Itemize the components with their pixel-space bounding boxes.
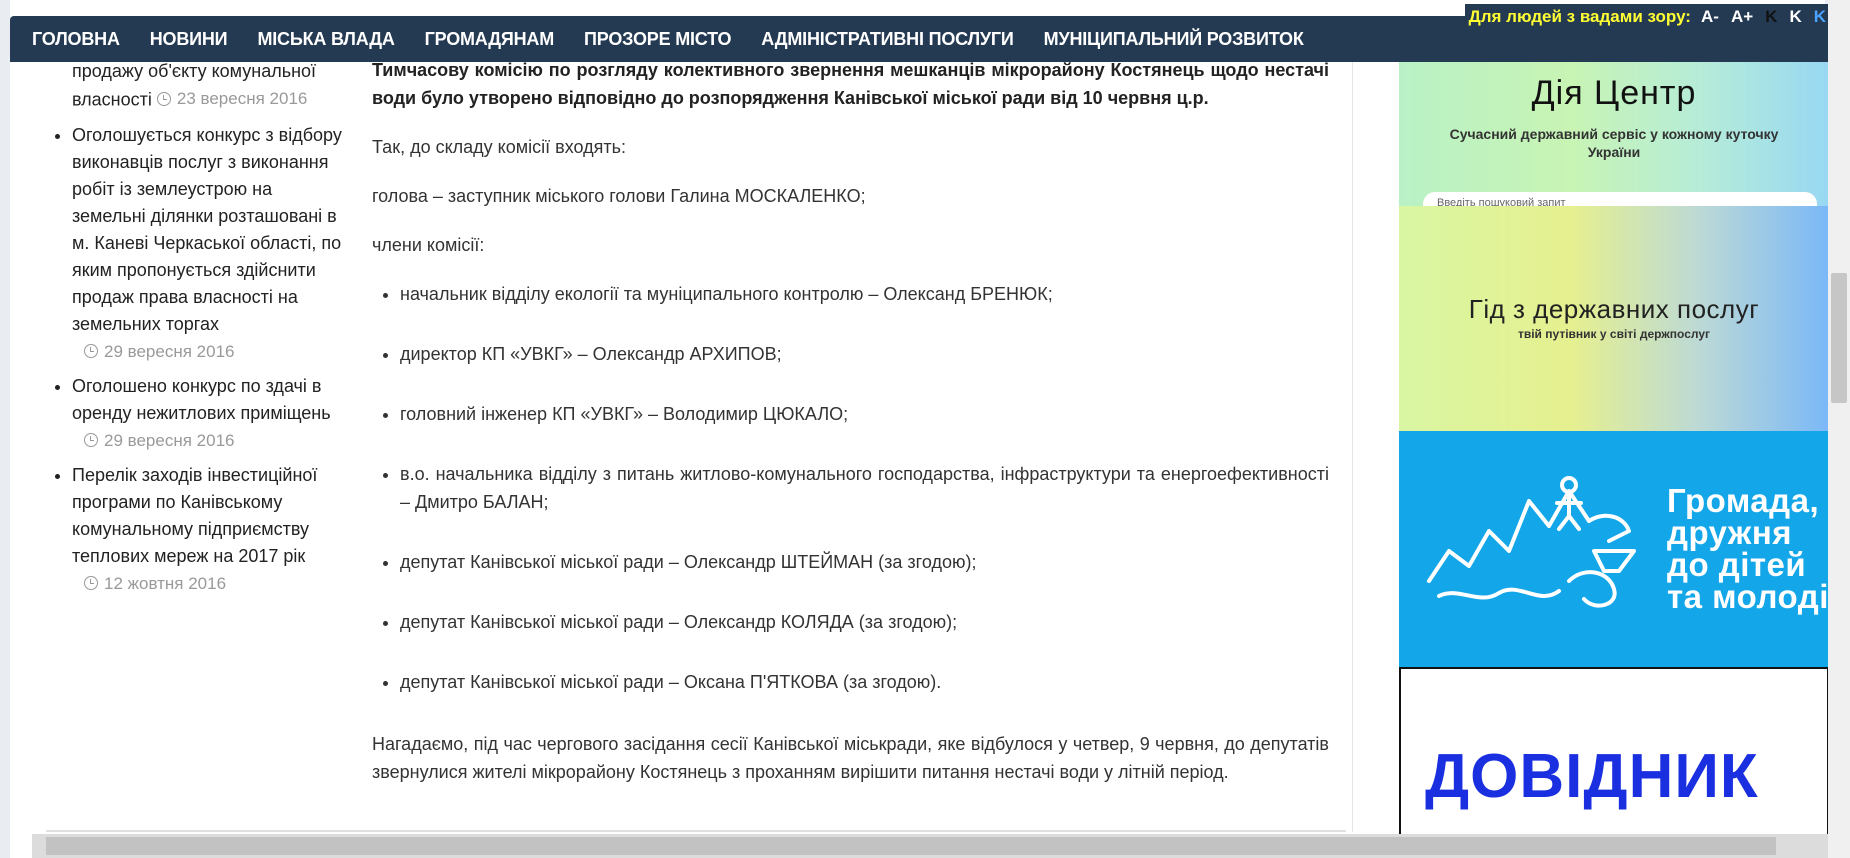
news-list: продажу об'єкту комунальної власності 23…	[48, 58, 348, 597]
horizontal-scrollbar-thumb[interactable]	[46, 837, 1776, 855]
article-paragraph: голова – заступник міського голови Галин…	[372, 186, 866, 206]
directory-banner[interactable]: ДОВІДНИК	[1399, 667, 1829, 837]
diia-search-placeholder: Введіть пошуковий запит	[1437, 197, 1566, 206]
accessibility-panel: Для людей з вадами зору: A- A+ K K K	[1464, 4, 1832, 30]
article-paragraph: Нагадаємо, під час чергового засідання с…	[372, 734, 1329, 782]
contrast-blue-button[interactable]: K	[1812, 7, 1828, 27]
diia-subtitle: Сучасний державний сервіс у кожному куто…	[1449, 126, 1779, 160]
slogan-line: Громада,	[1667, 482, 1820, 519]
news-date: 29 вересня 2016	[84, 427, 348, 454]
news-date: 12 жовтня 2016	[84, 570, 348, 597]
vertical-scrollbar[interactable]	[1828, 0, 1850, 858]
article-paragraph: члени комісії:	[372, 235, 485, 255]
list-item: в.о. начальника відділу з питань житлово…	[400, 460, 1329, 516]
content-bottom-border	[46, 830, 1346, 832]
slogan-line: дружня	[1667, 514, 1793, 551]
guide-title: Гід з державних послуг	[1468, 294, 1760, 324]
diia-search-input[interactable]: Введіть пошуковий запит	[1423, 192, 1817, 206]
nav-news[interactable]: НОВИНИ	[135, 16, 243, 62]
list-item: депутат Канівської міської ради – Олекса…	[400, 608, 1329, 636]
news-date-text: 23 вересня 2016	[176, 89, 308, 108]
news-link[interactable]: Оголошено конкурс по здачі в оренду нежи…	[72, 376, 331, 423]
community-illustration-icon	[1427, 476, 1636, 608]
list-item: головний інженер КП «УВКГ» – Володимир Ц…	[400, 400, 1329, 428]
list-item: депутат Канівської міської ради – Олекса…	[400, 548, 1329, 576]
article-body: Тимчасову комісію по розгляду колективно…	[372, 56, 1329, 807]
clock-icon	[84, 344, 98, 358]
child-friendly-community-banner[interactable]: Громада, дружня до дітей та молоді	[1399, 431, 1829, 667]
news-date: 23 вересня 2016	[156, 85, 308, 112]
news-date-text: 12 жовтня 2016	[104, 573, 227, 593]
news-date-text: 29 вересня 2016	[104, 341, 235, 361]
guide-subtitle: твій путівник у світі держпослуг	[1517, 327, 1711, 341]
list-item: Оголошено конкурс по здачі в оренду нежи…	[72, 373, 348, 454]
column-divider	[1352, 62, 1353, 832]
slogan-line: та молоді	[1667, 578, 1829, 615]
news-link[interactable]: Перелік заходів інвестиційної програми п…	[72, 465, 317, 566]
article-paragraph: Так, до складу комісії входять:	[372, 137, 626, 157]
diia-center-banner[interactable]: Дія Центр Сучасний державний сервіс у ко…	[1399, 62, 1829, 206]
services-guide-banner[interactable]: Гід з державних послуг твій путівник у с…	[1399, 206, 1829, 431]
list-item: депутат Канівської міської ради – Оксана…	[400, 668, 1329, 696]
news-sidebar: продажу об'єкту комунальної власності 23…	[48, 58, 348, 605]
clock-icon	[84, 576, 98, 590]
slogan-line: до дітей	[1667, 546, 1807, 583]
news-date-text: 29 вересня 2016	[104, 430, 235, 450]
nav-home[interactable]: ГОЛОВНА	[10, 16, 135, 62]
diia-title: Дія Центр	[1531, 74, 1697, 112]
news-link[interactable]: Оголошується конкурс з відбору виконавці…	[72, 125, 342, 334]
font-increase-button[interactable]: A+	[1729, 7, 1755, 27]
vertical-scrollbar-thumb[interactable]	[1831, 273, 1847, 403]
horizontal-scrollbar[interactable]	[32, 834, 1828, 858]
list-item: начальник відділу екології та муніципаль…	[400, 280, 1329, 308]
directory-title: ДОВІДНИК	[1425, 742, 1759, 811]
accessibility-label: Для людей з вадами зору:	[1468, 7, 1691, 26]
list-item: Перелік заходів інвестиційної програми п…	[72, 462, 348, 597]
hromada-slogan: Громада, дружня до дітей та молоді	[1667, 482, 1829, 615]
contrast-white-button[interactable]: K	[1787, 7, 1803, 27]
list-item: Оголошується конкурс з відбору виконавці…	[72, 122, 348, 365]
list-item: директор КП «УВКГ» – Олександр АРХИПОВ;	[400, 340, 1329, 368]
commission-members-list: начальник відділу екології та муніципаль…	[372, 280, 1329, 696]
list-item: продажу об'єкту комунальної власності 23…	[72, 58, 348, 114]
clock-icon	[156, 91, 171, 106]
news-date: 29 вересня 2016	[84, 338, 348, 365]
contrast-dark-button[interactable]: K	[1763, 7, 1780, 27]
article-lead: Тимчасову комісію по розгляду колективно…	[372, 60, 1329, 108]
clock-icon	[84, 433, 98, 447]
banner-column: Дія Центр Сучасний державний сервіс у ко…	[1399, 62, 1829, 837]
font-decrease-button[interactable]: A-	[1699, 7, 1721, 27]
